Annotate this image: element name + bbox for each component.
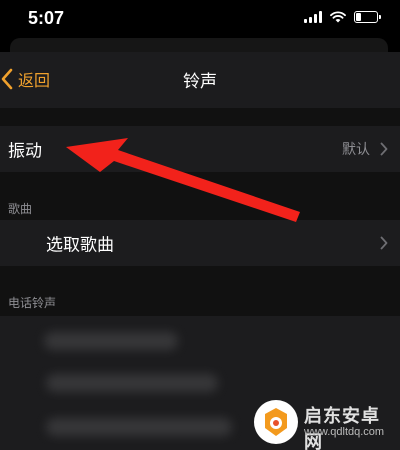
watermark-url: www.qdltdq.com <box>304 426 385 438</box>
annotation-arrow-icon <box>66 138 300 222</box>
watermark-logo-icon <box>254 400 298 444</box>
watermark: 启东安卓网 www.qdltdq.com <box>254 398 394 450</box>
